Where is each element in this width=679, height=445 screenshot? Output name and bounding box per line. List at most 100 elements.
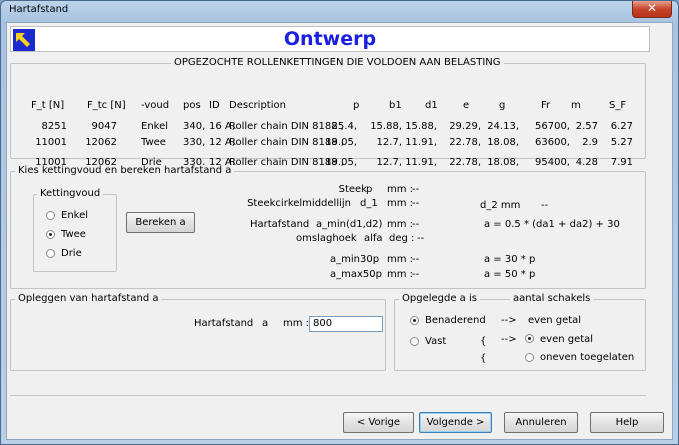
opgelegd-group: Opgelegde a is aantal schakels Benaderen… <box>394 293 646 371</box>
title-bar[interactable]: Hartafstand <box>1 1 678 19</box>
column-header: g <box>499 100 506 111</box>
omslaghoek-value: -- <box>417 233 425 244</box>
arrow-2: --> <box>501 334 517 345</box>
column-header: e <box>463 100 470 111</box>
table-cell: 12062 <box>85 137 117 148</box>
amax50-symbol: a_max50p <box>330 269 382 280</box>
column-header: d1 <box>425 100 438 111</box>
table-cell: 19.05, <box>325 157 357 168</box>
steek-value: -- <box>412 184 420 195</box>
table-cell: 7.91 <box>610 157 633 168</box>
table-cell: Roller chain DIN 8188 , <box>229 121 344 132</box>
even-getal-radio[interactable] <box>525 334 534 343</box>
table-cell: 2.9 <box>582 137 598 148</box>
table-cell: 63600, <box>535 137 570 148</box>
column-header: F_t [N] <box>31 100 65 111</box>
cancel-button[interactable]: Annuleren <box>504 412 578 433</box>
client-area: Ontwerp OPGEZOCHTE ROLLENKETTINGEN DIE V… <box>6 22 673 440</box>
table-cell: 22.78, <box>449 137 481 148</box>
column-header: p <box>353 100 360 111</box>
kettingvoud-radio[interactable] <box>46 249 55 258</box>
omslaghoek-unit: deg : <box>389 233 415 244</box>
footer-separator <box>10 395 646 396</box>
column-header: pos <box>183 100 201 111</box>
column-header: Description <box>229 100 286 111</box>
hartafstand-input[interactable]: 800 <box>309 316 383 332</box>
amin30-formula: a = 30 * p <box>484 254 536 265</box>
help-button[interactable]: Help <box>590 412 664 433</box>
vast-radio[interactable] <box>410 337 419 346</box>
steekcirkel-unit: mm : <box>387 198 414 209</box>
opgelegd-group-title: Opgelegde a is <box>399 293 480 305</box>
table-cell: 2.57 <box>575 121 598 132</box>
table-cell: 6.27 <box>610 121 633 132</box>
brace-1: { <box>480 336 487 347</box>
opleggen-label: Hartafstand <box>194 318 254 329</box>
amin30-unit: mm : <box>387 254 414 265</box>
window-title: Hartafstand <box>9 4 69 15</box>
table-cell: 15.88, <box>405 121 437 132</box>
table-cell: 15.88, <box>370 121 402 132</box>
omslaghoek-label: omslaghoek <box>296 233 357 244</box>
amax50-value: -- <box>412 269 420 280</box>
results-group-title: OPGEZOCHTE ROLLENKETTINGEN DIE VOLDOEN A… <box>171 57 504 69</box>
close-button[interactable]: ✕ <box>632 1 672 18</box>
kettingvoud-option-label[interactable]: Drie <box>61 248 82 260</box>
opleggen-group-title: Opleggen van hartafstand a <box>15 293 162 305</box>
hartafstand-symbol: a_min(d1,d2) <box>316 219 383 230</box>
kettingvoud-option-label[interactable]: Twee <box>61 229 86 241</box>
oneven-label[interactable]: oneven toegelaten <box>540 352 634 364</box>
column-header: S_F <box>609 100 627 111</box>
table-cell: 18.08, <box>487 157 519 168</box>
table-cell: 24.13, <box>487 121 519 132</box>
table-cell: 22.78, <box>449 157 481 168</box>
calc-group: Kies kettingvoud en bereken hartafstand … <box>10 165 646 289</box>
kettingvoud-radio[interactable] <box>46 211 55 220</box>
benaderend-label[interactable]: Benaderend <box>425 315 486 327</box>
header-banner: Ontwerp <box>10 26 650 52</box>
column-header: Fr <box>541 100 551 111</box>
dialog-window: Hartafstand ✕ Ontwerp OPGEZOCHTE ROLLENK… <box>0 0 679 445</box>
table-cell: 95400, <box>535 157 570 168</box>
arrow-1: --> <box>501 315 517 326</box>
steek-symbol: p <box>366 184 373 195</box>
table-cell: 12.7, <box>376 137 402 148</box>
results-group: OPGEZOCHTE ROLLENKETTINGEN DIE VOLDOEN A… <box>10 57 646 168</box>
amin30-value: -- <box>412 254 420 265</box>
close-icon: ✕ <box>646 1 658 15</box>
table-cell: 9047 <box>91 121 117 132</box>
table-cell: 5.27 <box>610 137 633 148</box>
table-cell: 340, <box>183 121 206 132</box>
calc-group-title: Kies kettingvoud en bereken hartafstand … <box>15 165 235 177</box>
table-cell: 11.91, <box>405 137 437 148</box>
page-title: Ontwerp <box>283 28 377 50</box>
benaderend-radio[interactable] <box>410 316 419 325</box>
table-cell: 8251 <box>41 121 67 132</box>
steekcirkel-value: -- <box>412 198 420 209</box>
next-button[interactable]: Volgende > <box>419 412 492 433</box>
kettingvoud-radio[interactable] <box>46 230 55 239</box>
hartafstand-value: -- <box>412 219 420 230</box>
table-cell: Twee <box>141 137 166 148</box>
hartafstand-label: Hartafstand <box>250 219 310 230</box>
opleggen-group: Opleggen van hartafstand a Hartafstand a… <box>10 293 386 371</box>
steek-label: Steek <box>338 184 367 195</box>
table-cell: 29.29, <box>449 121 481 132</box>
column-header: m <box>571 100 581 111</box>
d2-value: -- <box>541 200 549 211</box>
bereken-button[interactable]: Bereken a <box>126 212 195 233</box>
prev-button[interactable]: < Vorige <box>343 412 414 433</box>
even-getal-label[interactable]: even getal <box>540 334 593 346</box>
hartafstand-unit: mm : <box>387 219 414 230</box>
table-cell: 25.4, <box>331 121 357 132</box>
table-cell: 19.05, <box>325 137 357 148</box>
oneven-radio[interactable] <box>525 353 534 362</box>
column-header: b1 <box>389 100 402 111</box>
column-header: F_tc [N] <box>87 100 126 111</box>
kettingvoud-option-label[interactable]: Enkel <box>61 210 88 222</box>
table-cell: 4.28 <box>575 157 598 168</box>
table-cell: 11.91, <box>405 157 437 168</box>
table-cell: 18.08, <box>487 137 519 148</box>
amin30-symbol: a_min30p <box>330 254 380 265</box>
vast-label[interactable]: Vast <box>425 336 446 348</box>
